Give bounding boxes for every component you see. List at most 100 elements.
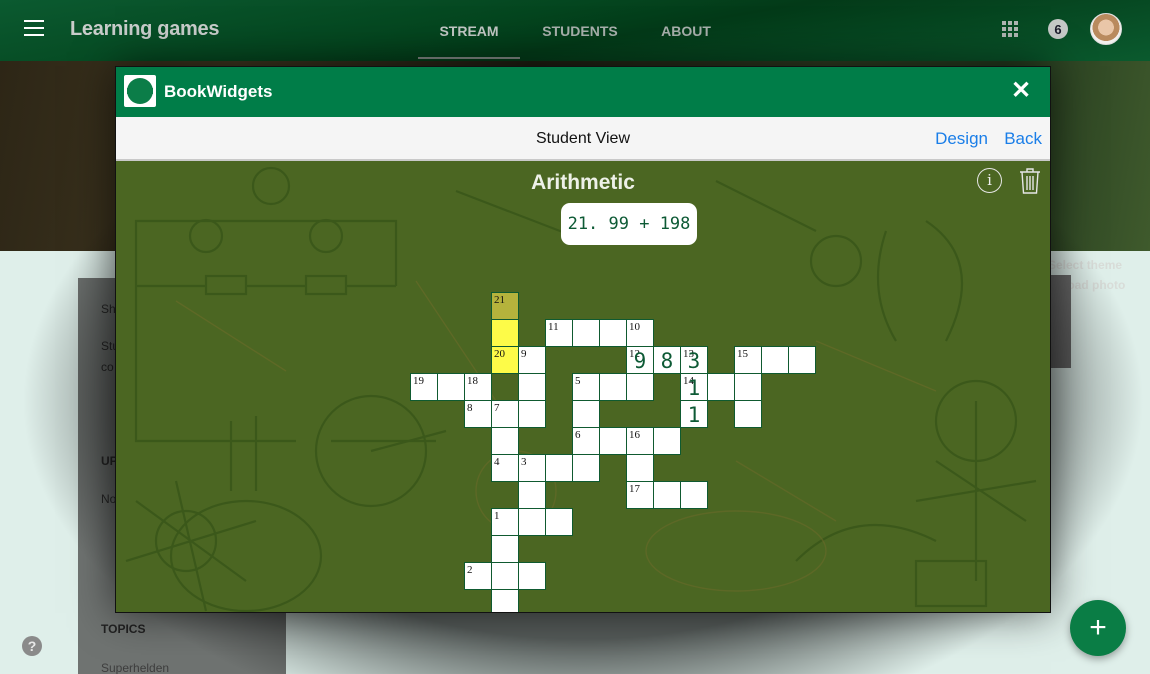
tab-students[interactable]: STUDENTS bbox=[520, 0, 640, 61]
crossword-cell[interactable] bbox=[491, 319, 519, 347]
cell-clue-number: 17 bbox=[629, 483, 640, 495]
game-title: Arithmetic bbox=[531, 171, 635, 194]
sidebar-text-1: Sh bbox=[101, 302, 116, 316]
topics-heading: TOPICS bbox=[101, 622, 146, 636]
crossword-cell[interactable] bbox=[491, 427, 519, 455]
crossword-cell[interactable]: 6 bbox=[572, 427, 600, 455]
cell-clue-number: 15 bbox=[737, 348, 748, 360]
top-app-bar: Learning games STREAM STUDENTS ABOUT 6 bbox=[0, 0, 1150, 61]
cell-clue-number: 1 bbox=[494, 510, 500, 522]
crossword-cell[interactable] bbox=[491, 562, 519, 590]
cell-clue-number: 21 bbox=[494, 294, 505, 306]
crossword-cell[interactable]: 5 bbox=[572, 373, 600, 401]
top-nav: STREAM STUDENTS ABOUT bbox=[418, 0, 732, 61]
crossword-cell[interactable] bbox=[518, 508, 546, 536]
crossword-cell[interactable] bbox=[437, 373, 465, 401]
design-button[interactable]: Design bbox=[935, 129, 988, 149]
back-button[interactable]: Back bbox=[1004, 129, 1042, 149]
cell-clue-number: 3 bbox=[521, 456, 527, 468]
crossword-cell[interactable] bbox=[599, 319, 627, 347]
crossword-cell[interactable] bbox=[572, 319, 600, 347]
crossword-cell[interactable]: 11 bbox=[545, 319, 573, 347]
apps-grid-icon[interactable] bbox=[1002, 21, 1018, 37]
crossword-cell[interactable] bbox=[518, 400, 546, 428]
view-title: Student View bbox=[536, 130, 630, 147]
crossword-cell[interactable]: 8 bbox=[464, 400, 492, 428]
crossword-cell[interactable] bbox=[491, 589, 519, 612]
add-post-button[interactable]: + bbox=[1070, 600, 1126, 656]
user-avatar[interactable] bbox=[1090, 13, 1122, 45]
crossword-cell[interactable]: 9 bbox=[518, 346, 546, 374]
crossword-cell[interactable] bbox=[545, 508, 573, 536]
trash-icon[interactable] bbox=[1019, 167, 1041, 194]
tab-stream[interactable]: STREAM bbox=[418, 0, 520, 61]
crossword-cell[interactable] bbox=[599, 373, 627, 401]
cell-clue-number: 10 bbox=[629, 321, 640, 333]
crossword-cell[interactable]: 14 1 bbox=[680, 373, 708, 401]
crossword-cell[interactable] bbox=[680, 481, 708, 509]
topic-item[interactable]: Superhelden bbox=[101, 661, 169, 674]
crossword-cell[interactable]: 18 bbox=[464, 373, 492, 401]
crossword-cell[interactable]: 7 bbox=[491, 400, 519, 428]
crossword-cell[interactable] bbox=[572, 400, 600, 428]
notification-badge[interactable]: 6 bbox=[1048, 19, 1068, 39]
crossword-cell[interactable] bbox=[518, 373, 546, 401]
bookwidgets-logo-icon bbox=[124, 75, 156, 107]
cell-clue-number: 19 bbox=[413, 375, 424, 387]
crossword-cell[interactable]: 20 bbox=[491, 346, 519, 374]
tab-about[interactable]: ABOUT bbox=[640, 0, 732, 61]
info-icon[interactable]: i bbox=[977, 168, 1002, 193]
cell-clue-number: 5 bbox=[575, 375, 581, 387]
cell-clue-number: 11 bbox=[548, 321, 559, 333]
sidebar-text-3: co bbox=[101, 360, 114, 374]
crossword-cell[interactable]: 17 bbox=[626, 481, 654, 509]
crossword-cell[interactable]: 19 bbox=[410, 373, 438, 401]
cell-clue-number: 16 bbox=[629, 429, 640, 441]
crossword-cell[interactable] bbox=[545, 454, 573, 482]
dialog-header: BookWidgets ✕ bbox=[116, 67, 1050, 117]
crossword-cell[interactable] bbox=[653, 427, 681, 455]
cell-clue-number: 2 bbox=[467, 564, 473, 576]
cell-clue-number: 8 bbox=[467, 402, 473, 414]
crossword-cell[interactable] bbox=[518, 562, 546, 590]
cell-entry: 1 bbox=[687, 376, 701, 400]
crossword-cell[interactable]: 1 bbox=[680, 400, 708, 428]
crossword-cell[interactable] bbox=[572, 454, 600, 482]
crossword-cell[interactable]: 13 3 bbox=[680, 346, 708, 374]
crossword-cell[interactable] bbox=[734, 373, 762, 401]
cell-entry: 9 bbox=[633, 349, 647, 373]
cell-clue-number: 20 bbox=[494, 348, 505, 360]
close-icon[interactable]: ✕ bbox=[1010, 79, 1032, 103]
crossword-cell[interactable]: 15 bbox=[734, 346, 762, 374]
cell-clue-number: 6 bbox=[575, 429, 581, 441]
crossword-cell[interactable]: 1 bbox=[491, 508, 519, 536]
cell-clue-number: 7 bbox=[494, 402, 500, 414]
crossword-cell[interactable] bbox=[518, 481, 546, 509]
cell-entry: 8 bbox=[660, 349, 674, 373]
crossword-cell[interactable]: 2 bbox=[464, 562, 492, 590]
crossword-cell[interactable]: 10 bbox=[626, 319, 654, 347]
crossword-cell[interactable] bbox=[761, 346, 789, 374]
crossword-cell[interactable]: 12 9 bbox=[626, 346, 654, 374]
crossword-cell[interactable] bbox=[626, 373, 654, 401]
crossword-cell[interactable] bbox=[599, 427, 627, 455]
hamburger-menu-icon[interactable] bbox=[24, 20, 44, 36]
crossword-cell[interactable]: 21 bbox=[491, 292, 519, 320]
crossword-cell[interactable]: 16 bbox=[626, 427, 654, 455]
crossword-cell[interactable] bbox=[626, 454, 654, 482]
crossword-cell[interactable]: 8 bbox=[653, 346, 681, 374]
crossword-cell[interactable]: 3 bbox=[518, 454, 546, 482]
crossword-cell[interactable]: 4 bbox=[491, 454, 519, 482]
select-theme-link[interactable]: Select theme bbox=[1048, 258, 1122, 272]
cell-clue-number: 18 bbox=[467, 375, 478, 387]
help-icon[interactable]: ? bbox=[22, 636, 42, 656]
crossword-cell[interactable] bbox=[788, 346, 816, 374]
crossword-cell[interactable] bbox=[707, 373, 735, 401]
bookwidgets-dialog: BookWidgets ✕ Student View Design Back A… bbox=[115, 66, 1051, 613]
crossword-cell[interactable] bbox=[491, 535, 519, 563]
crossword-board: Arithmetic i 21. 99 + 198 21 11 10 20 9 12 9 8 1… bbox=[116, 161, 1050, 612]
crossword-cell[interactable] bbox=[734, 400, 762, 428]
cell-entry: 1 bbox=[687, 403, 701, 427]
crossword-cell[interactable] bbox=[653, 481, 681, 509]
class-title: Learning games bbox=[70, 18, 220, 40]
